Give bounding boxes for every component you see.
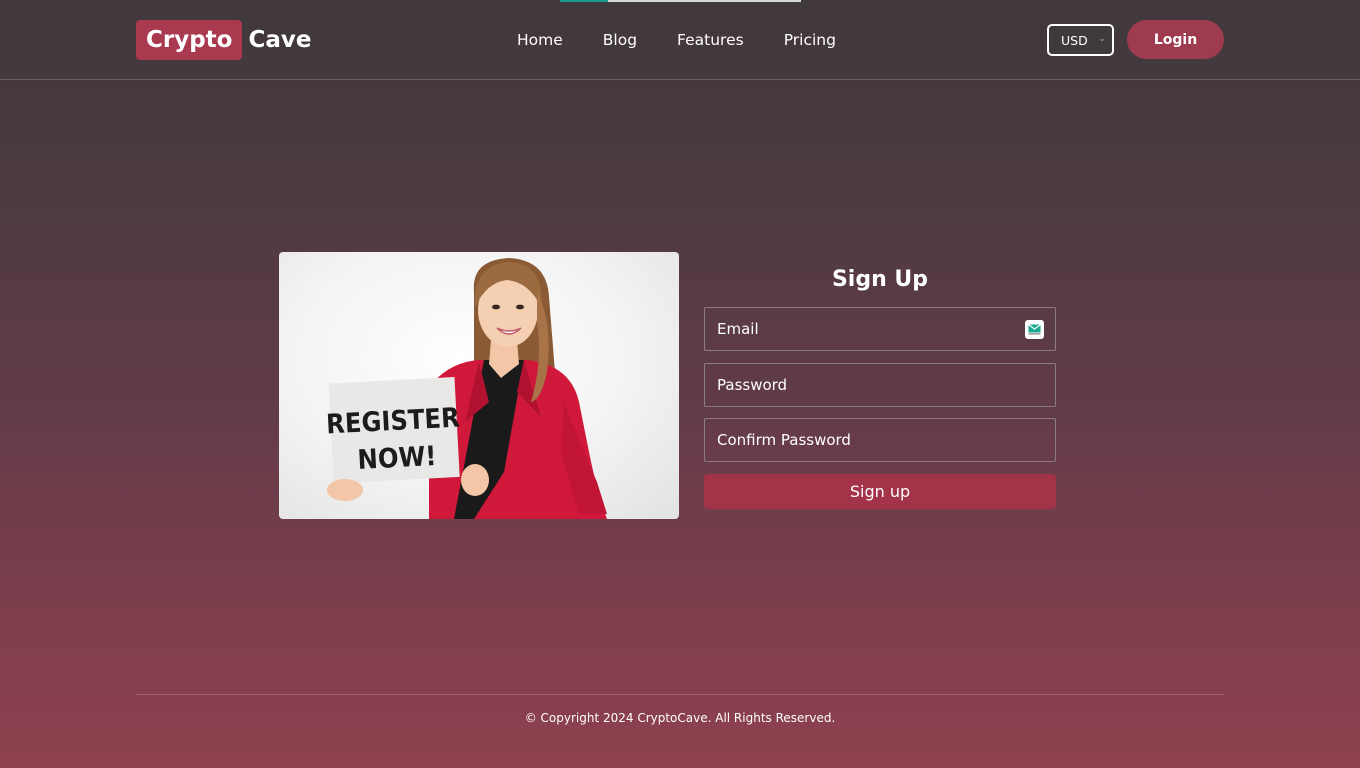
- password-input[interactable]: [705, 364, 1055, 406]
- logo-crypto: Crypto: [136, 20, 243, 60]
- copyright-text: © Copyright 2024 CryptoCave. All Rights …: [524, 711, 836, 725]
- site-header: Crypto Cave Home Blog Features Pricing U…: [0, 0, 1360, 80]
- email-field[interactable]: [704, 307, 1056, 351]
- currency-select[interactable]: USD ⌄: [1047, 24, 1114, 56]
- sign-line-2: NOW!: [357, 441, 437, 476]
- nav-home[interactable]: Home: [517, 31, 563, 49]
- chevron-down-icon: ⌄: [1098, 34, 1106, 44]
- signup-form: Sign Up Sign up: [704, 262, 1056, 509]
- register-now-illustration: REGISTER NOW!: [325, 258, 607, 519]
- brand-logo[interactable]: Crypto Cave: [136, 20, 311, 60]
- register-now-image: REGISTER NOW!: [279, 252, 679, 519]
- currency-value: USD: [1061, 32, 1088, 48]
- nav-features[interactable]: Features: [677, 31, 744, 49]
- footer-divider: [136, 694, 1224, 695]
- login-button[interactable]: Login: [1127, 20, 1224, 59]
- nav-blog[interactable]: Blog: [603, 31, 637, 49]
- confirm-password-field[interactable]: [704, 418, 1056, 462]
- main-nav: Home Blog Features Pricing: [517, 0, 836, 80]
- mail-icon: [1025, 320, 1044, 339]
- email-input[interactable]: [705, 308, 1055, 350]
- nav-pricing[interactable]: Pricing: [784, 31, 836, 49]
- signup-title: Sign Up: [831, 267, 929, 292]
- signup-button[interactable]: Sign up: [704, 474, 1056, 509]
- confirm-password-input[interactable]: [705, 419, 1055, 461]
- password-field[interactable]: [704, 363, 1056, 407]
- logo-cave: Cave: [248, 27, 312, 53]
